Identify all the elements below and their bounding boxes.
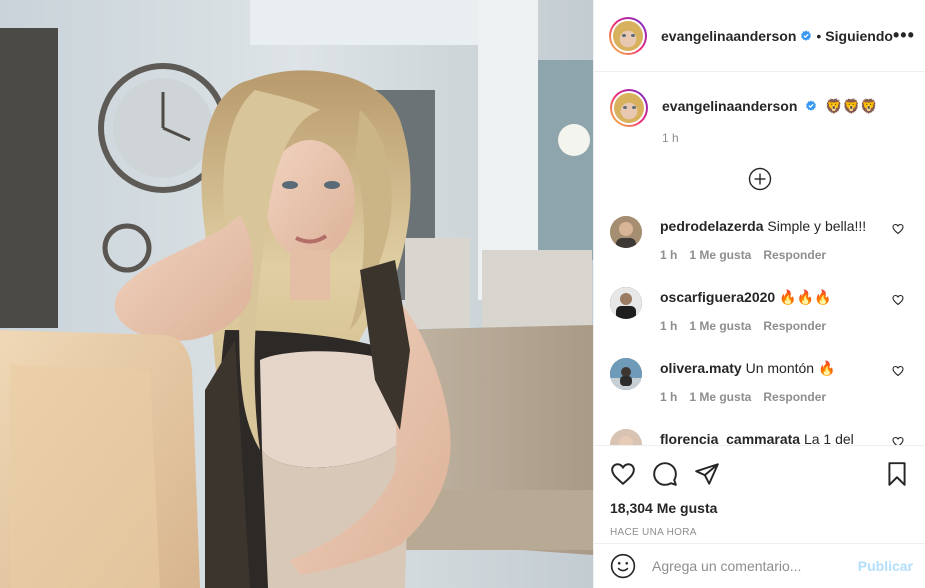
separator-dot: • xyxy=(816,27,822,44)
post-timestamp: Hace una hora xyxy=(610,527,697,538)
comment-username[interactable]: pedrodelazerda xyxy=(660,218,763,234)
comment-text-line: olivera.maty Un montón 🔥 xyxy=(660,355,892,377)
caption-username[interactable]: evangelinaanderson xyxy=(662,98,797,114)
likes-count[interactable]: 18,304 Me gusta xyxy=(610,500,910,516)
more-options-icon[interactable]: ••• xyxy=(893,25,915,46)
add-circle-icon xyxy=(748,167,772,191)
caption-time: 1 h xyxy=(662,131,679,145)
caption-body: evangelinaanderson 🦁🦁🦁 1 h xyxy=(662,89,877,147)
comment-likes[interactable]: 1 Me gusta xyxy=(689,319,751,333)
caption-meta: 1 h xyxy=(662,129,877,147)
comment-username[interactable]: florencia_cammarata xyxy=(660,431,800,445)
comment-avatar-image xyxy=(610,358,642,390)
comment-likes[interactable]: 1 Me gusta xyxy=(689,390,751,404)
author-info: evangelinaanderson • Siguiendo xyxy=(661,28,893,44)
caption-author-avatar-image xyxy=(614,93,644,123)
add-comment-bar: Publicar xyxy=(594,543,925,588)
author-avatar-image xyxy=(613,20,643,51)
verified-badge-icon xyxy=(801,30,812,41)
comment-like-heart-icon[interactable] xyxy=(892,294,904,306)
comment-item: oscarfiguera2020 🔥🔥🔥 1 h 1 Me gusta Resp… xyxy=(610,284,910,333)
post-actions: 18,304 Me gusta Hace una hora xyxy=(594,445,925,538)
post-photo[interactable] xyxy=(0,0,593,588)
comment-main: oscarfiguera2020 🔥🔥🔥 1 h 1 Me gusta Resp… xyxy=(660,284,892,333)
comment-avatar[interactable] xyxy=(610,429,642,445)
comment-like-heart-icon[interactable] xyxy=(892,223,904,235)
comment-meta: 1 h 1 Me gusta Responder xyxy=(660,390,892,404)
comment-avatar[interactable] xyxy=(610,287,642,319)
heart-icon[interactable] xyxy=(610,461,636,487)
author-avatar[interactable] xyxy=(609,16,647,55)
comment-text: 🔥🔥🔥 xyxy=(779,289,832,305)
comment-username[interactable]: oscarfiguera2020 xyxy=(660,289,775,305)
bookmark-icon[interactable] xyxy=(884,461,910,487)
comment-like-heart-icon[interactable] xyxy=(892,365,904,377)
reply-button[interactable]: Responder xyxy=(763,390,826,404)
comment-text-line: pedrodelazerda Simple y bella!!! xyxy=(660,213,892,235)
comment-text: La 1 del xyxy=(803,431,854,445)
following-button[interactable]: Siguiendo xyxy=(825,28,893,44)
author-username[interactable]: evangelinaanderson xyxy=(661,28,796,44)
comment-avatar-image xyxy=(610,216,642,248)
comment-text-line: florencia_cammarata La 1 del xyxy=(660,426,892,445)
comment-main: olivera.maty Un montón 🔥 1 h 1 Me gusta … xyxy=(660,355,892,404)
comment-like-heart-icon[interactable] xyxy=(892,436,904,445)
verified-badge-icon xyxy=(806,100,817,111)
comment-item: olivera.maty Un montón 🔥 1 h 1 Me gusta … xyxy=(610,355,910,404)
comment-main: florencia_cammarata La 1 del xyxy=(660,426,892,445)
comment-input[interactable] xyxy=(652,558,858,574)
publish-button[interactable]: Publicar xyxy=(858,558,913,574)
comment-time[interactable]: 1 h xyxy=(660,319,677,333)
emoji-icon[interactable] xyxy=(610,553,636,579)
post-side-panel: evangelinaanderson • Siguiendo ••• evang… xyxy=(593,0,925,588)
comment-avatar-image xyxy=(610,429,642,445)
comment-time[interactable]: 1 h xyxy=(660,248,677,262)
comment-icon[interactable] xyxy=(652,461,678,487)
comment-main: pedrodelazerda Simple y bella!!! 1 h 1 M… xyxy=(660,213,892,262)
caption-text: 🦁🦁🦁 xyxy=(825,98,878,114)
action-icons-row xyxy=(610,446,910,498)
share-icon[interactable] xyxy=(694,461,720,487)
comment-text-line: oscarfiguera2020 🔥🔥🔥 xyxy=(660,284,892,306)
comment-avatar[interactable] xyxy=(610,216,642,248)
post-photo-image xyxy=(0,0,593,588)
comment-item: florencia_cammarata La 1 del xyxy=(610,426,910,445)
comment-avatar-image xyxy=(610,287,642,319)
caption-author-avatar[interactable] xyxy=(610,89,648,127)
post-header: evangelinaanderson • Siguiendo ••• xyxy=(594,0,925,72)
load-more-comments-button[interactable] xyxy=(610,167,910,191)
post-caption: evangelinaanderson 🦁🦁🦁 1 h xyxy=(610,73,910,147)
comment-time[interactable]: 1 h xyxy=(660,390,677,404)
comment-username[interactable]: olivera.maty xyxy=(660,360,742,376)
comments-section[interactable]: evangelinaanderson 🦁🦁🦁 1 h pedrodelazerd… xyxy=(594,73,925,445)
reply-button[interactable]: Responder xyxy=(763,319,826,333)
comment-avatar[interactable] xyxy=(610,358,642,390)
reply-button[interactable]: Responder xyxy=(763,248,826,262)
comment-text: Simple y bella!!! xyxy=(767,218,867,234)
comment-meta: 1 h 1 Me gusta Responder xyxy=(660,248,892,262)
instagram-post-viewer: evangelinaanderson • Siguiendo ••• evang… xyxy=(0,0,925,588)
comment-meta: 1 h 1 Me gusta Responder xyxy=(660,319,892,333)
comment-item: pedrodelazerda Simple y bella!!! 1 h 1 M… xyxy=(610,213,910,262)
comment-likes[interactable]: 1 Me gusta xyxy=(689,248,751,262)
comment-text: Un montón 🔥 xyxy=(745,360,836,376)
